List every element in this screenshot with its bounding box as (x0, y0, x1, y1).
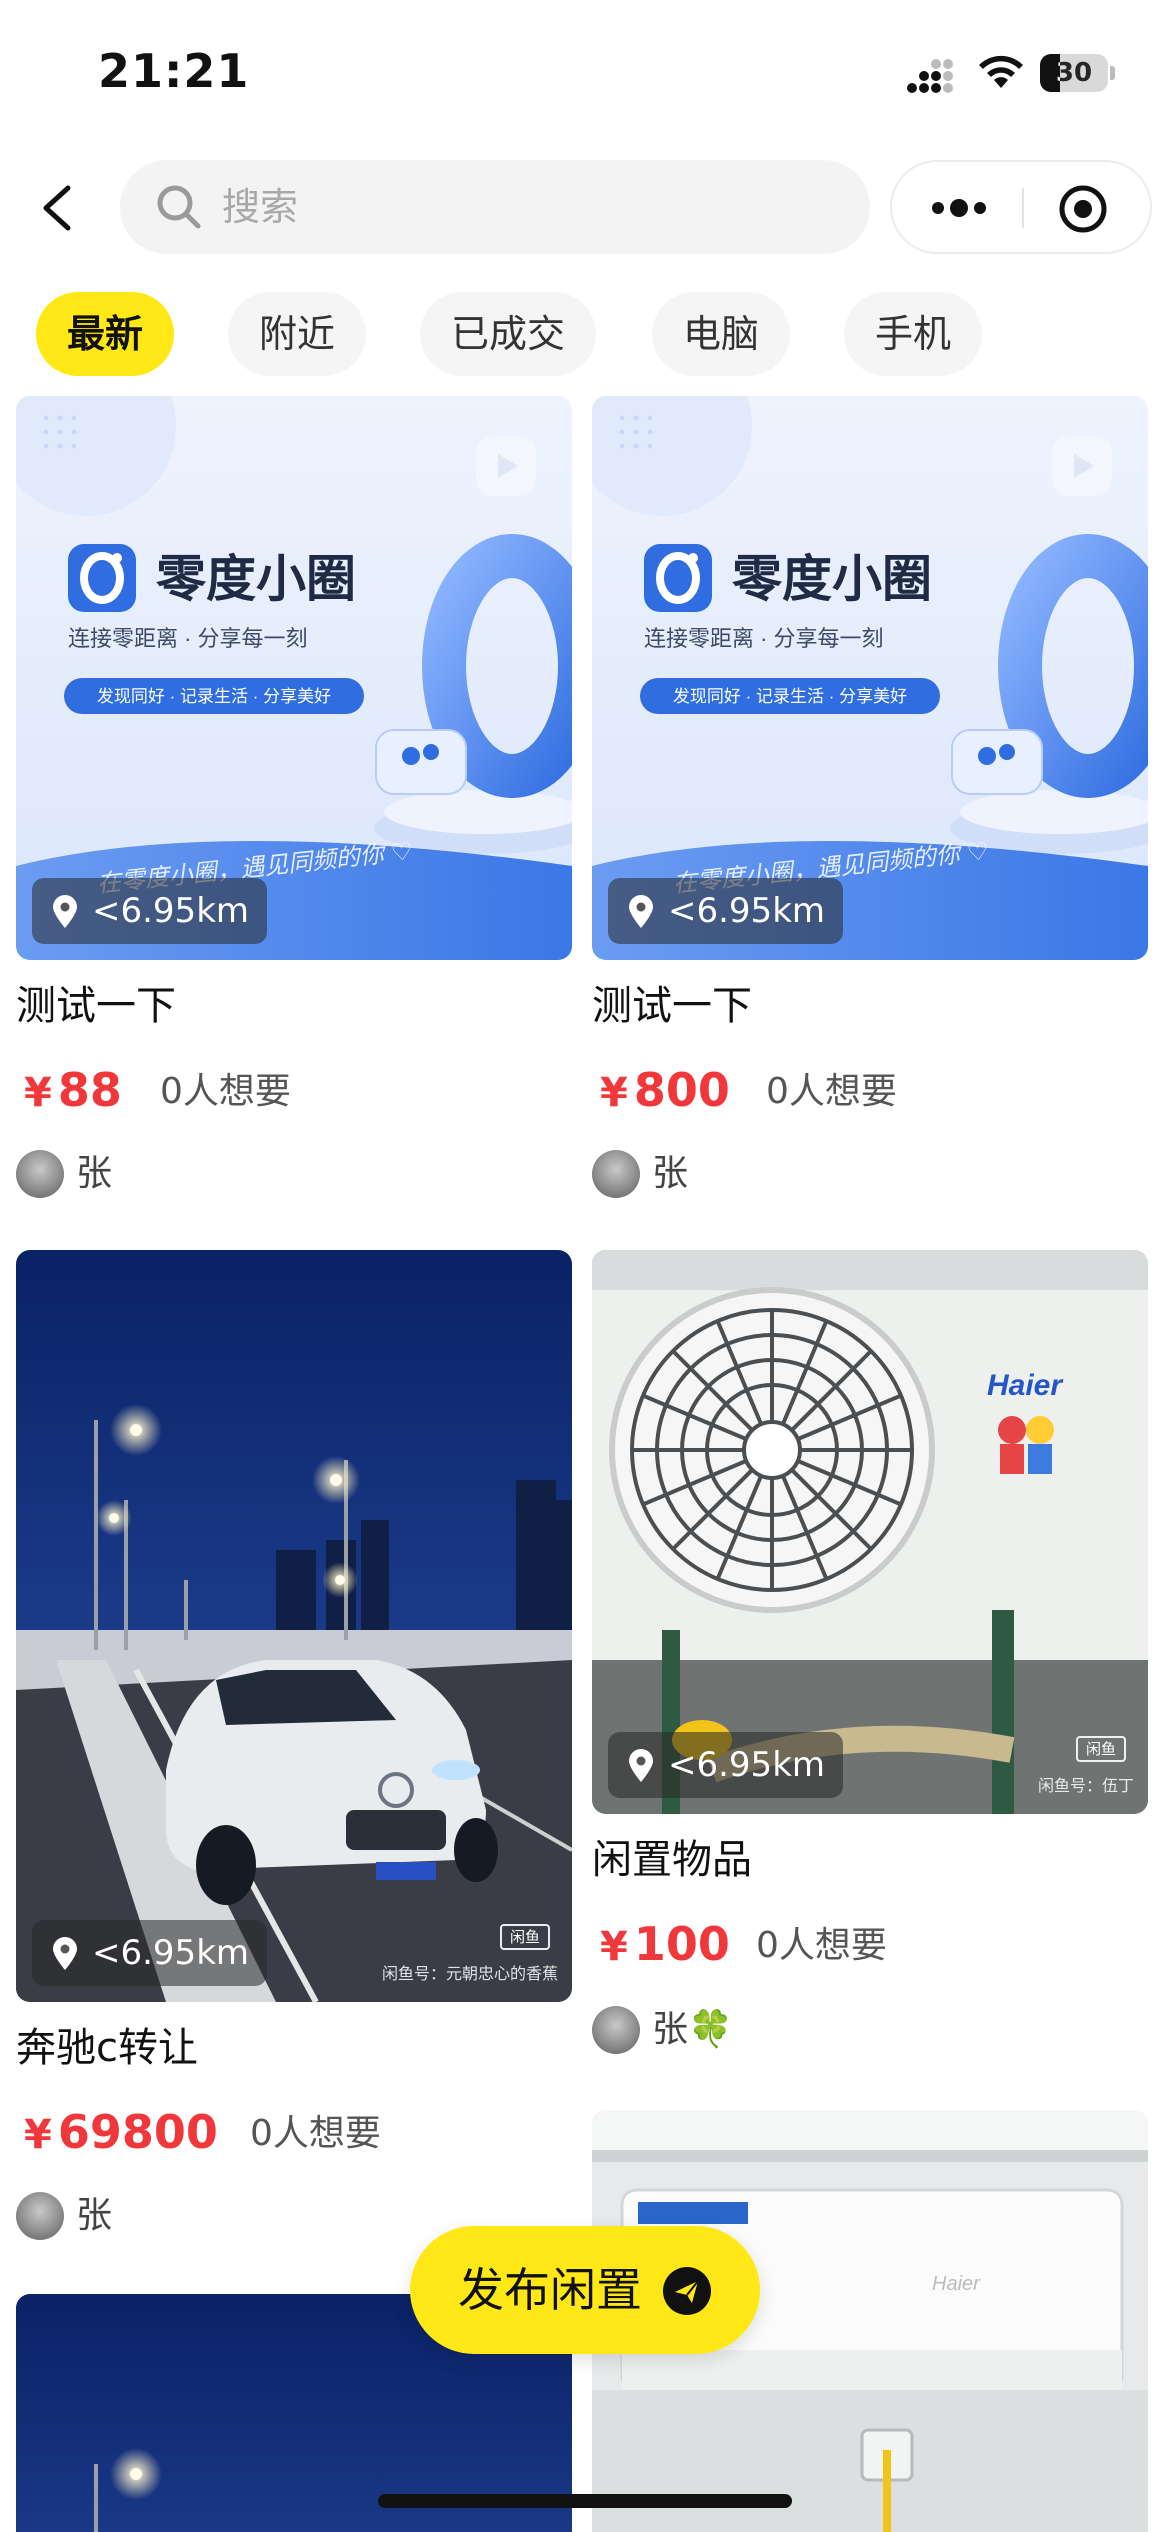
product-price: ¥100 (600, 1914, 730, 1977)
brand-mark: Haier (932, 2273, 981, 2295)
product-price: ¥88 (24, 1060, 122, 1123)
close-miniprogram-icon[interactable] (1058, 184, 1108, 234)
tab-sold[interactable]: 已成交 (420, 292, 596, 376)
distance-text: <6.95km (92, 1933, 250, 1973)
cellular-signal-icon (907, 59, 953, 93)
location-pin-icon (53, 1937, 77, 1970)
promo-brand: 零度小圈 (732, 551, 932, 607)
tab-phone[interactable]: 手机 (844, 292, 982, 376)
product-price: ¥69800 (24, 2102, 218, 2165)
currency-symbol: ¥ (24, 1070, 52, 1116)
product-card[interactable]: 零度小圈 连接零距离 · 分享每一刻 发现同好 · 记录生活 · 分享美好 在零… (592, 396, 1148, 1216)
avatar[interactable] (592, 1150, 640, 1198)
seller-name[interactable]: 张🍀 (652, 2006, 733, 2054)
seller-name[interactable]: 张 (76, 1150, 112, 1198)
publish-button-label: 发布闲置 (458, 2263, 642, 2317)
more-options-icon[interactable] (926, 188, 992, 228)
location-pin-icon (53, 895, 77, 928)
distance-text: <6.95km (92, 891, 250, 931)
product-card[interactable]: <6.95km 闲鱼 闲鱼号：元朝忠心的香蕉 奔驰c转让 ¥69800 0人想要… (16, 1250, 572, 2250)
ac-unit-photo: Haier (592, 1250, 1148, 1814)
product-title: 奔驰c转让 (16, 2025, 198, 2071)
distance-badge: <6.95km (608, 878, 844, 944)
seller-name[interactable]: 张 (652, 1150, 688, 1198)
price-value: 800 (633, 1063, 730, 1117)
price-value: 69800 (57, 2105, 218, 2159)
product-card[interactable]: 零度小圈 连接零距离 · 分享每一刻 发现同好 · 记录生活 · 分享美好 在零… (16, 396, 572, 1216)
promo-brand: 零度小圈 (156, 551, 356, 607)
send-icon (663, 2267, 711, 2315)
product-image: <6.95km 闲鱼 闲鱼号：元朝忠心的香蕉 (16, 1250, 572, 2002)
location-pin-icon (629, 1749, 653, 1782)
xianyu-watermark: 闲鱼号：元朝忠心的香蕉 (381, 1964, 558, 1983)
promo-pill: 发现同好 · 记录生活 · 分享美好 (673, 687, 907, 706)
status-bar: 21:21 30 (0, 0, 1170, 150)
status-time: 21:21 (98, 44, 250, 98)
product-image: 零度小圈 连接零距离 · 分享每一刻 发现同好 · 记录生活 · 分享美好 在零… (592, 396, 1148, 960)
avatar[interactable] (16, 2192, 64, 2240)
xianyu-watermark: 闲鱼号：伍丁 (1037, 1776, 1134, 1795)
tab-latest[interactable]: 最新 (36, 292, 174, 376)
distance-text: <6.95km (668, 891, 826, 931)
capsule-divider (1022, 188, 1024, 228)
promo-banner: 零度小圈 连接零距离 · 分享每一刻 发现同好 · 记录生活 · 分享美好 在零… (16, 396, 572, 960)
currency-symbol: ¥ (600, 1924, 628, 1970)
tab-computer[interactable]: 电脑 (652, 292, 790, 376)
avatar[interactable] (592, 2006, 640, 2054)
product-image: Haier <6.95km 闲鱼 闲鱼号：伍丁 (592, 1250, 1148, 1814)
promo-tagline: 连接零距离 · 分享每一刻 (68, 626, 308, 651)
distance-badge: <6.95km (32, 1920, 268, 1986)
currency-symbol: ¥ (600, 1070, 628, 1116)
search-placeholder: 搜索 (222, 185, 299, 229)
miniprogram-capsule (890, 160, 1152, 254)
battery-percent: 30 (1055, 58, 1093, 88)
location-pin-icon (629, 895, 653, 928)
want-count: 0人想要 (756, 1925, 887, 1966)
xianyu-watermark-logo: 闲鱼 (1076, 1736, 1126, 1762)
want-count: 0人想要 (766, 1071, 897, 1112)
search-input[interactable]: 搜索 (120, 160, 870, 254)
product-title: 闲置物品 (592, 1837, 752, 1883)
brand-mark: Haier (987, 1369, 1064, 1402)
promo-pill: 发现同好 · 记录生活 · 分享美好 (97, 687, 331, 706)
distance-badge: <6.95km (32, 878, 268, 944)
price-value: 88 (57, 1063, 122, 1117)
xianyu-watermark-logo: 闲鱼 (500, 1924, 550, 1950)
promo-banner: 零度小圈 连接零距离 · 分享每一刻 发现同好 · 记录生活 · 分享美好 在零… (592, 396, 1148, 960)
battery-icon: 30 (1040, 54, 1116, 92)
product-title: 测试一下 (16, 983, 176, 1029)
currency-symbol: ¥ (24, 2112, 52, 2158)
seller-name[interactable]: 张 (76, 2192, 112, 2240)
wifi-icon (979, 55, 1023, 88)
price-value: 100 (633, 1917, 730, 1971)
product-image: 零度小圈 连接零距离 · 分享每一刻 发现同好 · 记录生活 · 分享美好 在零… (16, 396, 572, 960)
search-icon (157, 185, 201, 229)
publish-button[interactable]: 发布闲置 (410, 2226, 760, 2354)
product-price: ¥800 (600, 1060, 730, 1123)
want-count: 0人想要 (250, 2113, 381, 2154)
promo-tagline: 连接零距离 · 分享每一刻 (644, 626, 884, 651)
want-count: 0人想要 (160, 1071, 291, 1112)
avatar[interactable] (16, 1150, 64, 1198)
product-card[interactable]: Haier <6.95km 闲鱼 闲鱼号：伍丁 闲置物品 ¥100 0人想要 张… (592, 1250, 1148, 2070)
distance-text: <6.95km (668, 1745, 826, 1785)
car-photo (16, 1250, 572, 2002)
home-indicator (378, 2494, 792, 2508)
distance-badge: <6.95km (608, 1732, 844, 1798)
product-title: 测试一下 (592, 983, 752, 1029)
back-arrow-icon[interactable] (28, 168, 88, 248)
tab-nearby[interactable]: 附近 (228, 292, 366, 376)
